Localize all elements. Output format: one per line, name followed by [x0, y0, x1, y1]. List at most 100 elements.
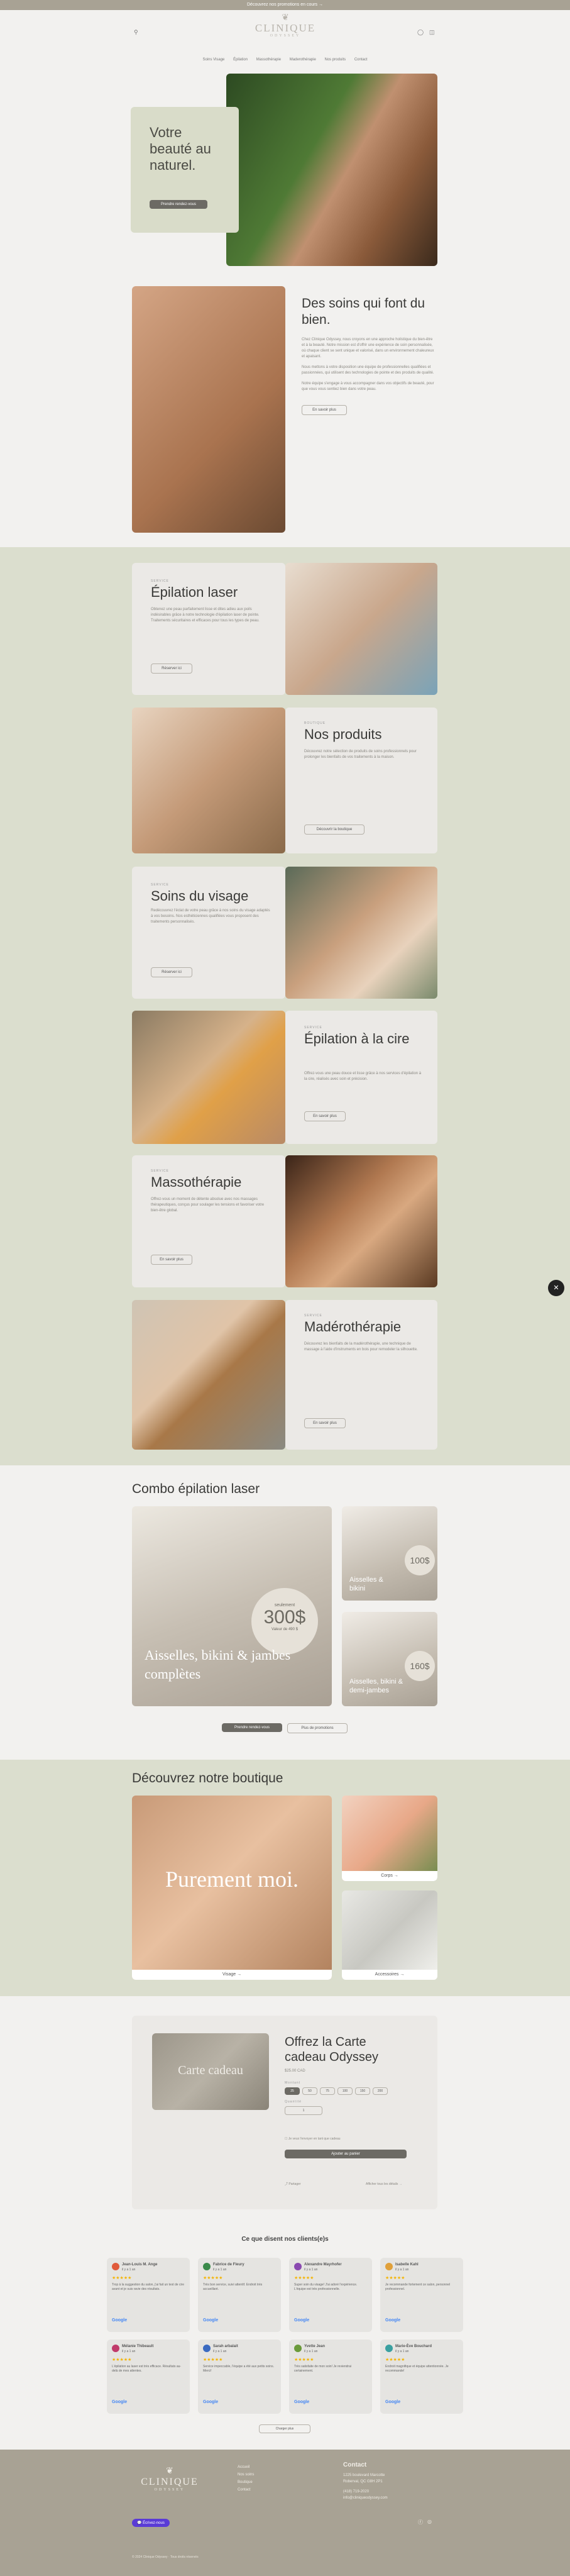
combo-big-caption: Aisselles, bikini & jambes complètes	[145, 1647, 291, 1682]
service-more-button[interactable]: En savoir plus	[151, 1255, 192, 1265]
giftcard-amounts: 25 50 75 100 150 200	[285, 2087, 388, 2095]
boutique-corps-tile[interactable]: Corps →	[342, 1796, 437, 1881]
announcement-text[interactable]: Découvrez nos promotions en cours →	[247, 3, 323, 7]
footer-logo-mark-icon: ❦	[166, 2467, 173, 2476]
amount-option[interactable]: 50	[302, 2087, 317, 2095]
intro-paragraph-1: Chez Clinique Odyssey, nous croyons en u…	[302, 338, 434, 358]
boutique-accessoires-label[interactable]: Accessoires →	[342, 1970, 437, 1980]
service-text: Obtenez une peau parfaitement lisse et d…	[151, 608, 260, 623]
combo-small-card-1[interactable]: 100$ Aisselles & bikini	[342, 1506, 437, 1601]
chat-button[interactable]: 💬 Écrivez-nous	[132, 2519, 170, 2527]
service-shop-button[interactable]: Découvrir la boutique	[304, 824, 364, 835]
giftcard-image-text: Carte cadeau	[178, 2063, 243, 2077]
service-more-button[interactable]: En savoir plus	[304, 1111, 346, 1121]
facebook-icon[interactable]: ⓕ	[418, 2519, 423, 2526]
combo-small-card-2[interactable]: 160$ Aisselles, bikini & demi-jambes	[342, 1612, 437, 1706]
footer-logo-sub: ODYSSEY	[154, 2488, 185, 2492]
service-image-massotherapie	[285, 1155, 437, 1287]
combo-promos-button[interactable]: Plus de promotions	[287, 1723, 348, 1733]
service-title: Madérothérapie	[304, 1319, 402, 1335]
chat-button-label: Écrivez-nous	[143, 2521, 165, 2525]
nav-item-produits[interactable]: Nos produits	[324, 58, 346, 62]
service-card-epilation-laser: SERVICE Épilation laser Obtenez une peau…	[132, 563, 285, 695]
footer-logo[interactable]: ❦ CLINIQUE ODYSSEY	[132, 2466, 207, 2492]
hero-book-button[interactable]: Prendre rendez-vous	[150, 200, 207, 209]
google-logo-icon: Google	[112, 2318, 128, 2323]
service-card-maderotherapie: SERVICE Madérothérapie Découvrez les bie…	[285, 1300, 437, 1450]
google-logo-icon: Google	[294, 2318, 310, 2323]
boutique-title: Découvrez notre boutique	[132, 1771, 283, 1785]
boutique-visage-tile[interactable]: Purement moi. Visage →	[132, 1796, 332, 1980]
footer-link[interactable]: Boutique	[238, 2479, 254, 2486]
service-image-cire	[132, 1011, 285, 1144]
amount-option[interactable]: 75	[320, 2087, 335, 2095]
chat-close-icon[interactable]: ✕	[548, 1280, 564, 1296]
service-text: Découvrez notre sélection de produits de…	[304, 750, 417, 759]
gift-checkbox-label: Je veux l'envoyer en tant que cadeau	[288, 2137, 341, 2141]
intro-image	[132, 286, 285, 533]
nav-item-maderotherapie[interactable]: Maderothérapie	[290, 58, 316, 62]
giftcard-title: Offrez la Carte cadeau Odyssey	[285, 2035, 378, 2064]
service-book-button[interactable]: Réserver ici	[151, 967, 192, 977]
review-name: Alexandre Mayrhofer	[304, 2263, 342, 2267]
boutique-visage-label[interactable]: Visage →	[132, 1970, 332, 1980]
google-logo-icon: Google	[294, 2400, 310, 2404]
service-book-button[interactable]: Réserver ici	[151, 663, 192, 674]
review-name: Jean-Louis M. Ange	[122, 2263, 158, 2267]
amount-option[interactable]: 200	[373, 2087, 388, 2095]
review-date: il y a 1 an	[304, 2350, 318, 2353]
amount-option[interactable]: 100	[337, 2087, 353, 2095]
giftcard-gift-checkbox[interactable]: ☐ Je veux l'envoyer en tant que cadeau	[285, 2136, 341, 2142]
announcement-bar[interactable]: Découvrez nos promotions en cours →	[0, 0, 570, 10]
service-title: Massothérapie	[151, 1174, 242, 1190]
account-icon[interactable]: ◯	[417, 29, 424, 36]
review-name: Sarah arbalait	[213, 2345, 238, 2348]
footer-link[interactable]: Nos soins	[238, 2471, 254, 2479]
boutique-accessoires-tile[interactable]: Accessoires →	[342, 1890, 437, 1980]
nav-item-massotherapie[interactable]: Massothérapie	[256, 58, 281, 62]
review-text: Je recommande fortement ce salon, person…	[385, 2283, 451, 2291]
review-name: Marie-Ève Bouchard	[395, 2345, 432, 2348]
quantity-stepper[interactable]: 1	[285, 2106, 322, 2115]
google-logo-icon: Google	[203, 2400, 219, 2404]
review-date: il y a 1 an	[395, 2350, 409, 2353]
star-rating-icon: ★★★★★	[294, 2358, 314, 2362]
details-link[interactable]: Afficher tous les détails →	[366, 2182, 402, 2187]
load-more-button[interactable]: Charger plus	[259, 2424, 310, 2433]
review-card: Mélanie Thibeault il y a 1 an ★★★★★ L'ép…	[107, 2340, 190, 2414]
instagram-icon[interactable]: ◎	[427, 2519, 432, 2524]
star-rating-icon: ★★★★★	[203, 2358, 223, 2362]
search-icon[interactable]: ⚲	[134, 29, 138, 36]
footer-link[interactable]: Accueil	[238, 2463, 254, 2471]
reviews-grid: Jean-Louis M. Ange il y a 1 an ★★★★★ Tro…	[107, 2258, 463, 2415]
review-text: Service impeccable, l'équipe a été aux p…	[203, 2365, 274, 2373]
cart-icon[interactable]: ◫	[429, 29, 435, 36]
share-link[interactable]: ⤴ Partager	[285, 2182, 301, 2187]
review-date: il y a 1 an	[213, 2350, 227, 2353]
combo-book-button[interactable]: Prendre rendez-vous	[222, 1723, 282, 1732]
site-logo[interactable]: ❦ CLINIQUE ODYSSEY	[241, 14, 330, 38]
review-text: Très satisfaite de mon soin! Je reviendr…	[294, 2365, 351, 2373]
amount-option[interactable]: 150	[355, 2087, 370, 2095]
review-card: Alexandre Mayrhofer il y a 1 an ★★★★★ Su…	[289, 2258, 372, 2332]
logo-brand: CLINIQUE	[255, 22, 316, 34]
add-to-cart-button[interactable]: Ajouter au panier	[285, 2150, 407, 2158]
footer-copyright: © 2024 Clinique Odyssey · Tous droits ré…	[132, 2555, 199, 2559]
avatar	[294, 2263, 302, 2270]
intro-more-button[interactable]: En savoir plus	[302, 405, 347, 415]
review-date: il y a 1 an	[395, 2268, 409, 2272]
nav-item-epilation[interactable]: Épilation	[233, 58, 248, 62]
combo-big-card[interactable]: seulement 300$ Valeur de 490 $ Aisselles…	[132, 1506, 332, 1706]
nav-item-contact[interactable]: Contact	[354, 58, 368, 62]
footer-phone[interactable]: (418) 719-2020	[343, 2489, 388, 2495]
service-card-produits: BOUTIQUE Nos produits Découvrez notre sé…	[285, 708, 437, 853]
nav-item-visage[interactable]: Soins Visage	[202, 58, 224, 62]
amount-option[interactable]: 25	[285, 2087, 300, 2095]
footer-link[interactable]: Contact	[238, 2486, 254, 2494]
star-rating-icon: ★★★★★	[385, 2276, 405, 2280]
review-date: il y a 1 an	[122, 2350, 136, 2353]
intro-title: Des soins qui font du bien.	[302, 296, 425, 327]
service-more-button[interactable]: En savoir plus	[304, 1418, 346, 1428]
footer-email[interactable]: info@cliniqueodyssey.com	[343, 2495, 388, 2501]
boutique-corps-label[interactable]: Corps →	[342, 1871, 437, 1881]
